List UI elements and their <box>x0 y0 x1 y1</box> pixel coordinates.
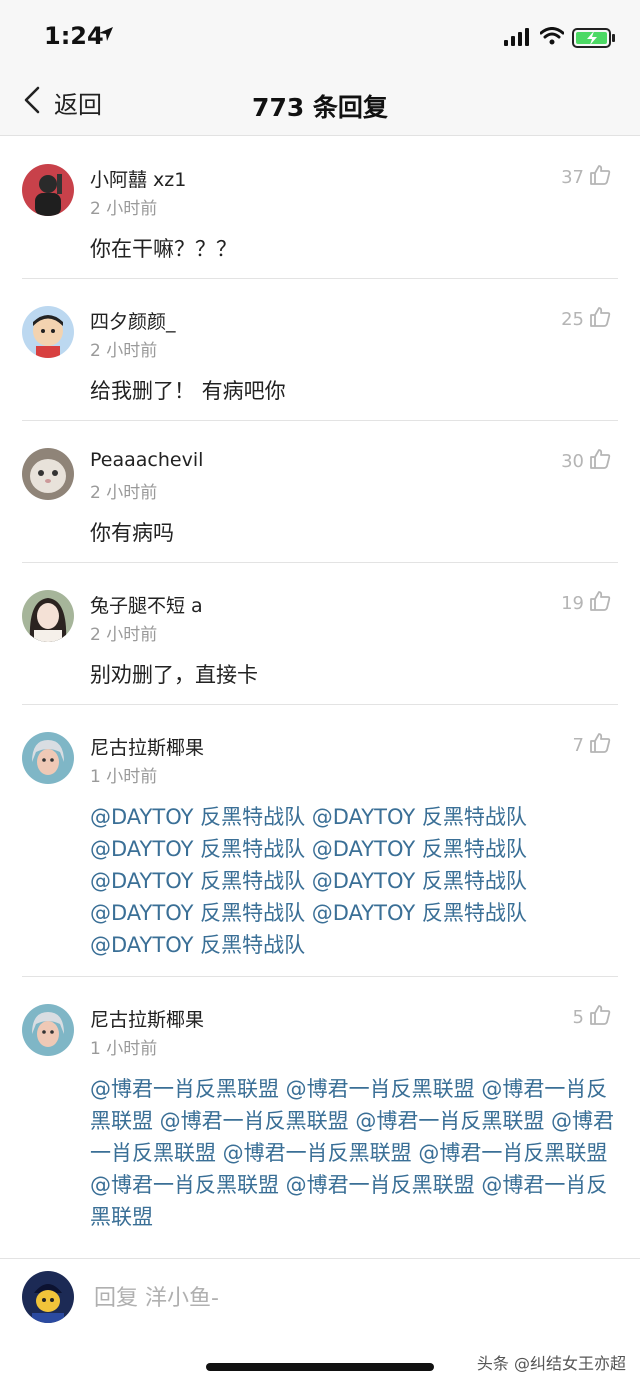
timestamp: 2 小时前 <box>90 483 158 503</box>
wifi-icon <box>539 27 565 49</box>
reply-bar <box>0 1258 640 1338</box>
reply-content[interactable]: @博君一肖反黑联盟 @博君一肖反黑联盟 @博君一肖反黑联盟 @博君一肖反黑联盟 … <box>90 1073 618 1233</box>
nav-bar: 返回 773 条回复 <box>0 70 640 136</box>
reply-item: 尼古拉斯椰果 1 小时前 5 @博君一肖反黑联盟 @博君一肖反黑联盟 @博君一肖… <box>22 977 618 1249</box>
reply-content[interactable]: @DAYTOY 反黑特战队 @DAYTOY 反黑特战队 @DAYTOY 反黑特战… <box>90 801 618 961</box>
thumbs-up-icon <box>588 731 612 759</box>
page-title: 773 条回复 <box>252 93 388 122</box>
timestamp: 2 小时前 <box>90 199 158 219</box>
reply-item: 尼古拉斯椰果 1 小时前 7 @DAYTOY 反黑特战队 @DAYTOY 反黑特… <box>22 705 618 977</box>
timestamp: 2 小时前 <box>90 341 158 361</box>
avatar[interactable] <box>22 590 74 642</box>
avatar[interactable] <box>22 164 74 216</box>
like-count: 37 <box>561 166 584 188</box>
like-count: 25 <box>561 308 584 330</box>
thumbs-up-icon <box>588 1003 612 1031</box>
current-user-avatar[interactable] <box>22 1271 74 1323</box>
like-button[interactable]: 37 <box>561 163 612 191</box>
reply-input[interactable] <box>94 1281 594 1315</box>
username[interactable]: 尼古拉斯椰果 <box>90 1005 204 1032</box>
thumbs-up-icon <box>588 589 612 617</box>
signal-icon <box>504 28 530 50</box>
timestamp: 1 小时前 <box>90 767 158 787</box>
status-time: 1:24 <box>44 22 104 50</box>
username[interactable]: 小阿囍 xz1 <box>90 165 186 192</box>
reply-content: 你在干嘛？？？ <box>90 237 237 261</box>
reply-content: 给我删了！ 有病吧你 <box>90 379 286 403</box>
reply-content: 别劝删了，直接卡 <box>90 663 258 687</box>
reply-content: 你有病吗 <box>90 521 174 545</box>
like-button[interactable]: 30 <box>561 447 612 475</box>
username[interactable]: 四夕颜颜_ <box>90 307 176 334</box>
reply-item: Peaaachevil 2 小时前 30 你有病吗 <box>22 421 618 563</box>
like-button[interactable]: 5 <box>573 1003 612 1031</box>
like-count: 30 <box>561 450 584 472</box>
reply-item: 兔子腿不短 a 2 小时前 19 别劝删了，直接卡 <box>22 563 618 705</box>
like-count: 7 <box>572 734 584 756</box>
like-count: 19 <box>561 592 584 614</box>
username[interactable]: Peaaachevil <box>90 449 203 471</box>
status-bar: 1:24 <box>0 0 640 70</box>
like-button[interactable]: 19 <box>561 589 612 617</box>
like-count: 5 <box>572 1006 584 1028</box>
reply-item: 小阿囍 xz1 2 小时前 37 你在干嘛？？？ <box>22 137 618 279</box>
username[interactable]: 尼古拉斯椰果 <box>90 733 204 760</box>
watermark: 头条 @纠结女王亦超 <box>476 1354 626 1373</box>
thumbs-up-icon <box>588 447 612 475</box>
avatar[interactable] <box>22 306 74 358</box>
location-arrow-icon <box>98 26 114 46</box>
username[interactable]: 兔子腿不短 a <box>90 591 203 618</box>
timestamp: 2 小时前 <box>90 625 158 645</box>
reply-list: 小阿囍 xz1 2 小时前 37 你在干嘛？？？ 四夕颜颜_ 2 小时前 25 <box>0 137 640 1249</box>
avatar[interactable] <box>22 448 74 500</box>
reply-item: 四夕颜颜_ 2 小时前 25 给我删了！ 有病吧你 <box>22 279 618 421</box>
home-indicator[interactable] <box>206 1363 434 1371</box>
like-button[interactable]: 25 <box>561 305 612 333</box>
battery-icon <box>572 28 616 52</box>
like-button[interactable]: 7 <box>573 731 612 759</box>
thumbs-up-icon <box>588 305 612 333</box>
avatar[interactable] <box>22 1004 74 1056</box>
timestamp: 1 小时前 <box>90 1039 158 1059</box>
thumbs-up-icon <box>588 163 612 191</box>
avatar[interactable] <box>22 732 74 784</box>
